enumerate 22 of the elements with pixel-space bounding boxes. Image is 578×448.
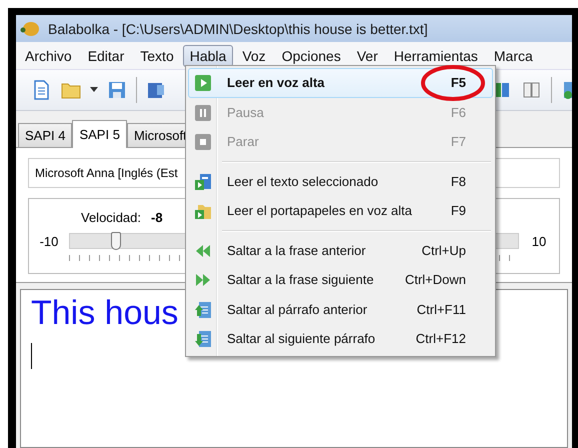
- menu-title[interactable]: Editar: [80, 44, 132, 66]
- tab[interactable]: SAPI 4: [18, 123, 72, 147]
- menu-title[interactable]: Habla: [182, 44, 234, 66]
- rate-value: -8: [151, 210, 163, 224]
- menu-item[interactable]: Leer el texto seleccionado F8: [188, 166, 493, 196]
- menu-title[interactable]: Texto: [133, 44, 181, 66]
- menu-item[interactable]: Saltar al párrafo anterior Ctrl+F11: [188, 294, 493, 324]
- tab[interactable]: SAPI 5: [72, 120, 127, 148]
- menu-title[interactable]: Ver: [350, 44, 385, 66]
- menu-item[interactable]: Leer el portapapeles en voz alta F9: [188, 196, 493, 226]
- window-title: Balabolka - [C:\Users\ADMIN\Desktop\this house is better.txt]: [48, 20, 428, 36]
- min-label: -10: [40, 234, 58, 248]
- menu-item[interactable]: Saltar al siguiente párrafo Ctrl+F12: [188, 324, 493, 354]
- menu-title[interactable]: Opciones: [274, 44, 348, 66]
- menu-title[interactable]: Voz: [235, 44, 273, 66]
- menu-title[interactable]: Archivo: [18, 44, 79, 66]
- editor-text: This hous: [31, 294, 178, 333]
- menu-title[interactable]: Marca: [486, 44, 540, 66]
- menu-title[interactable]: Herramientas: [386, 44, 485, 66]
- max-label: 10: [532, 234, 546, 248]
- rate-label: Velocidad:: [81, 210, 141, 224]
- menu-item[interactable]: Saltar a la frase anterior Ctrl+Up: [188, 236, 493, 265]
